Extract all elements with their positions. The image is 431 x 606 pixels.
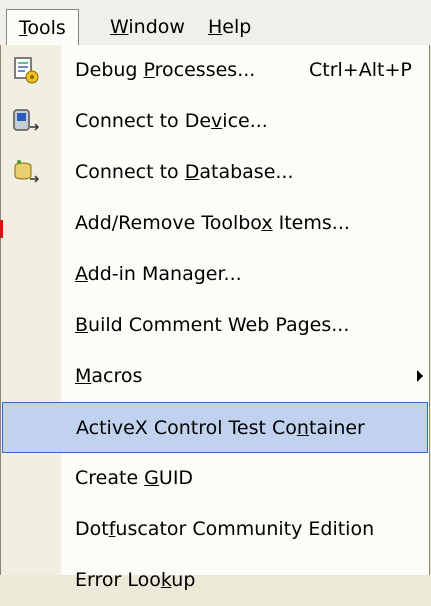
connect-database-icon <box>14 160 40 183</box>
menu-help-accel: H <box>208 16 223 38</box>
menu-help-rest: elp <box>222 16 252 38</box>
debug-processes-icon <box>14 57 39 84</box>
background-edge-artifact <box>0 220 3 238</box>
menu-item-error-lookup[interactable]: Error Lookup <box>1 555 429 606</box>
menu-item-label: Create GUID <box>75 467 194 489</box>
menu-item-label: Connect to Device... <box>75 110 268 132</box>
menu-item-label: Macros <box>75 365 143 387</box>
menu-item-connect-device[interactable]: Connect to Device... <box>1 96 429 147</box>
menu-item-label: Error Lookup <box>75 569 196 591</box>
connect-device-icon <box>13 109 40 131</box>
menu-item-label: Connect to Database... <box>75 161 294 183</box>
menu-help[interactable]: Help <box>196 10 263 44</box>
tools-dropdown-menu: Debug Processes... Ctrl+Alt+P Connect to… <box>0 45 430 591</box>
menu-window-accel: W <box>110 16 129 38</box>
menu-window[interactable]: Window <box>98 10 197 44</box>
menu-tools[interactable]: Tools <box>6 9 79 47</box>
menu-item-label: Add/Remove Toolbox Items... <box>75 212 350 234</box>
menu-item-label: Debug Processes... <box>75 59 256 81</box>
menu-window-rest: indow <box>128 16 185 38</box>
menu-item-add-remove-toolbox-items[interactable]: Add/Remove Toolbox Items... <box>1 198 429 249</box>
menu-item-create-guid[interactable]: Create GUID <box>1 453 429 504</box>
menu-item-label: ActiveX Control Test Container <box>76 417 365 439</box>
menu-item-build-comment-web-pages[interactable]: Build Comment Web Pages... <box>1 300 429 351</box>
menu-item-macros[interactable]: Macros <box>1 351 429 402</box>
menu-tools-rest: ools <box>27 17 66 39</box>
menu-item-add-in-manager[interactable]: Add-in Manager... <box>1 249 429 300</box>
menu-item-label: Add-in Manager... <box>75 263 242 285</box>
submenu-arrow-icon <box>417 370 423 382</box>
menu-item-dotfuscator[interactable]: Dotfuscator Community Edition <box>1 504 429 555</box>
menu-bar: Tools Window Help <box>0 0 431 47</box>
shortcut-text: Ctrl+Alt+P <box>309 59 412 81</box>
menu-item-connect-database[interactable]: Connect to Database... <box>1 147 429 198</box>
menu-item-debug-processes[interactable]: Debug Processes... Ctrl+Alt+P <box>1 45 429 96</box>
menu-item-activex-control-test-container[interactable]: ActiveX Control Test Container <box>2 402 428 453</box>
menu-item-label: Build Comment Web Pages... <box>75 314 350 336</box>
menu-item-label: Dotfuscator Community Edition <box>75 518 375 540</box>
